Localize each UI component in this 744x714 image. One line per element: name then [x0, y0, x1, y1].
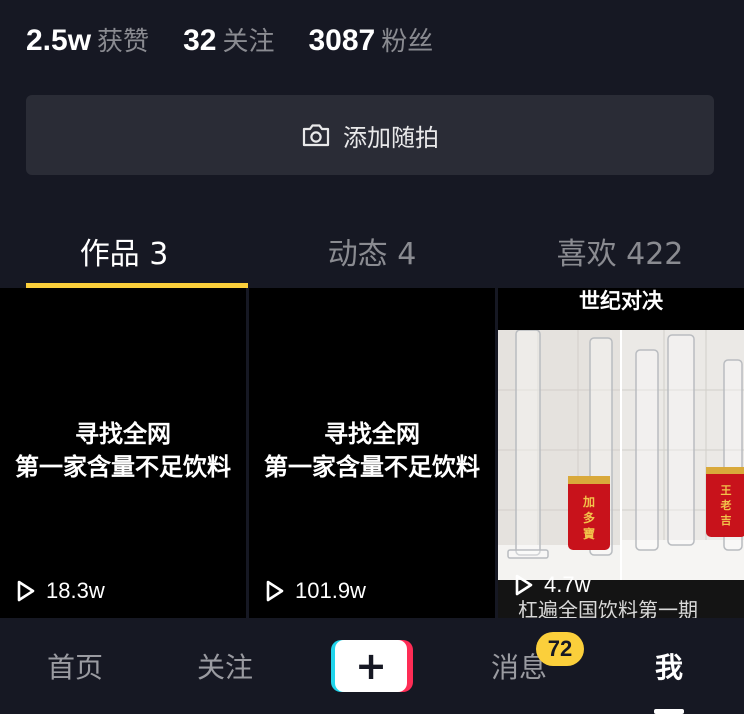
create-area: + — [300, 618, 444, 714]
view-count-1: 18.3w — [16, 578, 105, 604]
following-stat[interactable]: 32 关注 — [183, 21, 274, 58]
video-thumbnail-2[interactable]: 寻找全网 第一家含量不足饮料 101.9w — [249, 288, 495, 618]
following-count: 32 — [183, 23, 217, 57]
video-cover-image: 加 多 寶 王 老 吉 — [498, 329, 744, 580]
followers-label: 粉丝 — [381, 26, 434, 57]
camera-icon — [301, 122, 331, 148]
video-title-line1: 寻找全网 — [324, 420, 420, 448]
nav-me[interactable]: 我 — [594, 618, 744, 714]
can-left: 加 多 寶 — [568, 476, 610, 550]
nav-follow[interactable]: 关注 — [150, 618, 300, 714]
add-snap-button[interactable]: 添加随拍 — [26, 95, 714, 175]
following-label: 关注 — [222, 26, 275, 57]
video-title-line2: 第一家含量不足饮料 — [15, 453, 231, 481]
video-title-line2: 第一家含量不足饮料 — [264, 453, 480, 481]
tab-works[interactable]: 作品 3 — [0, 214, 248, 288]
can-right: 王 老 吉 — [706, 467, 744, 537]
bottom-nav: 首页 关注 + 消息 72 我 — [0, 618, 744, 714]
svg-text:老: 老 — [720, 498, 732, 512]
video-caption-3: 杠遍全国饮料第一期 — [518, 598, 698, 618]
nav-home[interactable]: 首页 — [0, 618, 150, 714]
likes-count: 2.5w — [26, 23, 92, 57]
add-snap-label: 添加随拍 — [343, 123, 439, 152]
create-button[interactable]: + — [331, 640, 413, 692]
plus-icon: + — [335, 640, 407, 692]
view-count-2: 101.9w — [265, 578, 366, 604]
svg-text:王: 王 — [721, 484, 732, 497]
tab-dynamics[interactable]: 动态 4 — [248, 214, 496, 288]
nav-messages[interactable]: 消息 72 — [444, 618, 594, 714]
video-title-2: 寻找全网 第一家含量不足饮料 — [249, 418, 495, 484]
followers-count: 3087 — [308, 23, 376, 57]
video-title-line1: 寻找全网 — [75, 420, 171, 448]
tab-likes[interactable]: 喜欢 422 — [496, 214, 744, 288]
svg-text:寶: 寶 — [583, 526, 595, 541]
profile-stats: 2.5w 获赞 32 关注 3087 粉丝 — [26, 16, 433, 62]
video-thumbnail-1[interactable]: 寻找全网 第一家含量不足饮料 18.3w — [0, 288, 246, 618]
nav-me-label: 我 — [654, 651, 683, 684]
svg-text:加: 加 — [582, 494, 595, 509]
video-thumbnail-3[interactable]: 世纪对决 加 多 寶 王 老 吉 4.7w 杠遍全国饮料第一期 — [498, 288, 744, 618]
svg-text:吉: 吉 — [721, 513, 732, 527]
profile-tabs: 作品 3 动态 4 喜欢 422 — [0, 214, 744, 288]
view-count-text: 101.9w — [295, 578, 366, 603]
play-icon — [265, 579, 285, 603]
play-icon — [16, 579, 36, 603]
likes-label: 获赞 — [97, 26, 150, 57]
active-indicator — [654, 709, 684, 714]
video-grid: 寻找全网 第一家含量不足饮料 18.3w 寻找全网 第一家含量不足饮料 101.… — [0, 288, 744, 618]
svg-text:多: 多 — [583, 510, 595, 525]
view-count-text: 18.3w — [46, 578, 105, 603]
messages-badge: 72 — [536, 632, 584, 666]
likes-stat[interactable]: 2.5w 获赞 — [26, 21, 149, 58]
followers-stat[interactable]: 3087 粉丝 — [308, 21, 433, 58]
video-title-3: 世纪对决 — [498, 288, 744, 330]
video-title-1: 寻找全网 第一家含量不足饮料 — [0, 418, 246, 484]
